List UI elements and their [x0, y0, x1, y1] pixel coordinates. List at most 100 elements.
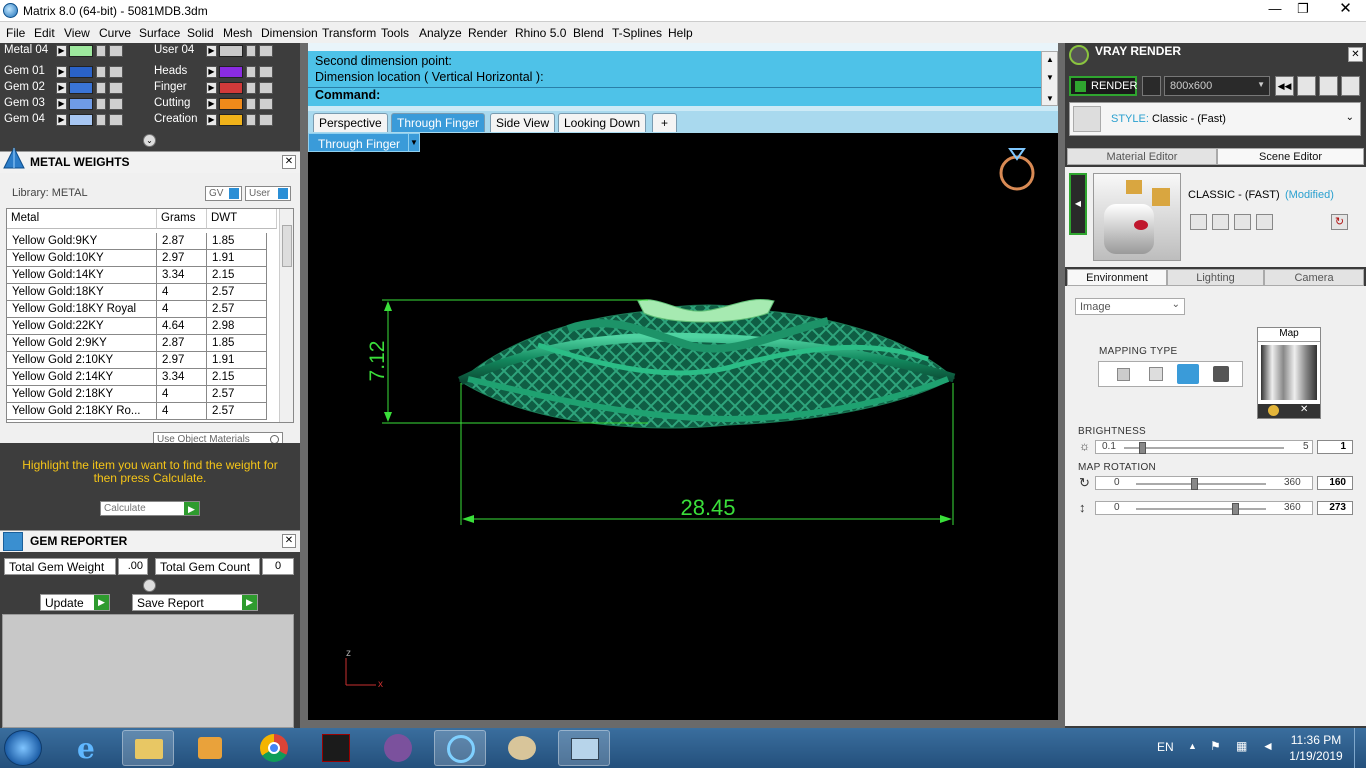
- rotation-h-slider[interactable]: 0 360: [1095, 476, 1313, 490]
- slider-track[interactable]: [1136, 478, 1266, 490]
- layer-color-swatch[interactable]: [69, 66, 93, 78]
- globe-icon[interactable]: [1142, 76, 1161, 96]
- layer-color-swatch[interactable]: [219, 66, 243, 78]
- scroll-down-icon[interactable]: ▼: [1046, 94, 1054, 103]
- import-icon[interactable]: [1256, 214, 1273, 230]
- layer-row[interactable]: Gem 02 ▶: [4, 81, 144, 95]
- control-panel-icon[interactable]: [558, 730, 610, 766]
- env-type-select[interactable]: Image ⌄: [1075, 298, 1185, 315]
- viewport[interactable]: 7.12 28.45 z x Through Finger ▼: [308, 133, 1058, 720]
- table-row[interactable]: Yellow Gold 2:14KY 3.34 2.15: [7, 369, 277, 386]
- menu-transform[interactable]: Transform: [322, 26, 376, 40]
- app-icon[interactable]: [3, 3, 18, 18]
- layer-color-swatch[interactable]: [219, 82, 243, 94]
- lock-icon[interactable]: [246, 114, 256, 126]
- table-row[interactable]: Yellow Gold:22KY 4.64 2.98: [7, 318, 277, 335]
- rewind-icon[interactable]: ◀◀: [1275, 76, 1294, 96]
- calculate-button[interactable]: Calculate ▶: [100, 501, 200, 516]
- close-panel-icon[interactable]: ✕: [282, 534, 296, 548]
- slider-thumb[interactable]: [1231, 503, 1239, 515]
- layer-expand-arrow[interactable]: ▶: [56, 114, 67, 126]
- lock-icon[interactable]: [96, 66, 106, 78]
- lock-icon[interactable]: [96, 114, 106, 126]
- brightness-slider[interactable]: 0.1 5: [1095, 440, 1313, 454]
- rotation-h-value[interactable]: 160: [1317, 476, 1353, 490]
- layer-row[interactable]: Gem 04 ▶: [4, 113, 144, 127]
- slider-track[interactable]: [1124, 442, 1284, 454]
- add-tab-icon[interactable]: +: [652, 113, 677, 132]
- menu-file[interactable]: File: [6, 26, 25, 40]
- menu-blend[interactable]: Blend: [573, 26, 604, 40]
- tab-through-finger[interactable]: Through Finger: [391, 113, 486, 132]
- visibility-toggle[interactable]: [259, 45, 273, 57]
- panel-splitter[interactable]: [300, 43, 308, 728]
- layer-color-swatch[interactable]: [69, 114, 93, 126]
- slider-track[interactable]: [1136, 503, 1266, 515]
- menu-edit[interactable]: Edit: [34, 26, 55, 40]
- close-button[interactable]: ✕: [1325, 0, 1366, 20]
- style-select[interactable]: STYLE: Classic - (Fast) ⌄: [1069, 102, 1361, 136]
- ring-view-icon[interactable]: [999, 148, 1035, 191]
- save-scene-icon[interactable]: [1190, 214, 1207, 230]
- tab-material-editor[interactable]: Material Editor: [1067, 148, 1217, 165]
- layer-row[interactable]: Finger ▶: [154, 81, 294, 95]
- paint-icon[interactable]: [496, 730, 548, 766]
- visibility-toggle[interactable]: [109, 82, 123, 94]
- column-header-dwt[interactable]: DWT: [207, 209, 277, 229]
- collapse-arrow-icon[interactable]: ◀: [1069, 173, 1087, 235]
- ie-icon[interactable]: e: [64, 730, 116, 766]
- clock-time[interactable]: 11:36 PM: [1290, 733, 1342, 747]
- close-panel-icon[interactable]: ✕: [282, 155, 296, 169]
- lock-icon[interactable]: [246, 98, 256, 110]
- panel-splitter[interactable]: [1058, 43, 1065, 728]
- table-row[interactable]: Yellow Gold:18KY 4 2.57: [7, 284, 277, 301]
- layer-color-swatch[interactable]: [219, 98, 243, 110]
- layer-row[interactable]: Creation ▶: [154, 113, 294, 127]
- menu-curve[interactable]: Curve: [99, 26, 131, 40]
- tab-scene-editor[interactable]: Scene Editor: [1217, 148, 1364, 165]
- menu-render[interactable]: Render: [468, 26, 507, 40]
- lock-icon[interactable]: [96, 45, 106, 57]
- layer-expand-arrow[interactable]: ▶: [56, 82, 67, 94]
- ring-model[interactable]: [458, 299, 956, 429]
- tab-side-view[interactable]: Side View: [490, 113, 556, 132]
- file-explorer-icon[interactable]: [122, 730, 174, 766]
- menu-tools[interactable]: Tools: [381, 26, 409, 40]
- slider-thumb[interactable]: [1138, 442, 1146, 454]
- tab-environment[interactable]: Environment: [1067, 269, 1167, 286]
- lock-icon[interactable]: [246, 66, 256, 78]
- matrix-app-icon[interactable]: [434, 730, 486, 766]
- volume-icon[interactable]: ◄: [1262, 739, 1274, 753]
- menu-surface[interactable]: Surface: [139, 26, 180, 40]
- menu-analyze[interactable]: Analyze: [419, 26, 462, 40]
- menu-solid[interactable]: Solid: [187, 26, 214, 40]
- layer-row[interactable]: Cutting ▶: [154, 97, 294, 111]
- viber-icon[interactable]: [372, 730, 424, 766]
- tab-lighting[interactable]: Lighting: [1167, 269, 1264, 286]
- layer-color-swatch[interactable]: [219, 114, 243, 126]
- export-icon[interactable]: [1234, 214, 1251, 230]
- layer-color-swatch[interactable]: [219, 45, 243, 57]
- layer-color-swatch[interactable]: [69, 98, 93, 110]
- layer-expand-arrow[interactable]: ▶: [206, 114, 217, 126]
- layer-row[interactable]: Heads ▶: [154, 65, 294, 79]
- save-report-button[interactable]: Save Report ▶: [132, 594, 258, 611]
- minimize-button[interactable]: —: [1261, 0, 1289, 20]
- visibility-toggle[interactable]: [109, 98, 123, 110]
- column-header-grams[interactable]: Grams: [157, 209, 207, 229]
- brightness-value[interactable]: 1: [1317, 440, 1353, 454]
- visibility-toggle[interactable]: [109, 114, 123, 126]
- rotation-v-slider[interactable]: 0 360: [1095, 501, 1313, 515]
- spherical-map-icon[interactable]: [1177, 364, 1199, 384]
- table-row[interactable]: Yellow Gold 2:9KY 2.87 1.85: [7, 335, 277, 352]
- layer-expand-arrow[interactable]: ▶: [206, 82, 217, 94]
- show-desktop-button[interactable]: [1354, 728, 1366, 768]
- layer-row[interactable]: Metal 04 ▶: [4, 44, 144, 58]
- color-picker-icon[interactable]: [1268, 405, 1279, 416]
- menu-tsplines[interactable]: T-Splines: [612, 26, 662, 40]
- lock-icon[interactable]: [96, 82, 106, 94]
- remove-map-icon[interactable]: ✕: [1300, 404, 1308, 415]
- layer-expand-arrow[interactable]: ▶: [206, 66, 217, 78]
- frame-buffer-icon[interactable]: [1297, 76, 1316, 96]
- lock-icon[interactable]: [246, 82, 256, 94]
